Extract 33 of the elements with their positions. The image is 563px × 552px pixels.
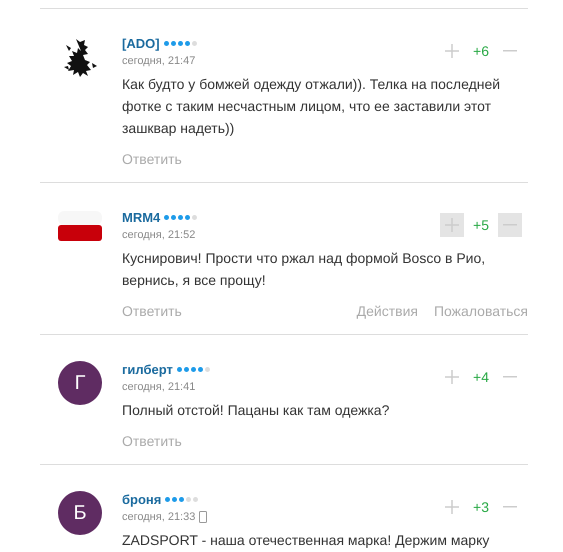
comment-text: ZADSPORT - наша отечественная марка! Держим марку: [122, 531, 490, 550]
author-name[interactable]: [ADO]: [122, 36, 160, 51]
plus-icon: [444, 369, 460, 385]
author-name[interactable]: гилберт: [122, 362, 173, 377]
vote-score: +6: [472, 43, 490, 59]
comment-time: сегодня, 21:52: [122, 229, 196, 241]
vote-score: +3: [472, 499, 490, 515]
upvote-button[interactable]: [440, 213, 464, 237]
downvote-button[interactable]: [498, 213, 522, 237]
comment-text: Полный отстой! Пацаны как там одежка?: [122, 401, 390, 420]
minus-icon: [503, 50, 517, 52]
comment-time: сегодня, 21:47: [122, 55, 196, 67]
reply-link[interactable]: Ответить: [122, 431, 182, 451]
author-name[interactable]: MRM4: [122, 210, 160, 225]
action-link[interactable]: Действия: [356, 301, 418, 321]
reply-link[interactable]: Ответить: [122, 149, 182, 169]
letter-avatar: Б: [58, 491, 102, 535]
minus-icon: [503, 506, 517, 508]
comment-text: Куснирович! Прости что ржал над формой Bosco в Рио, вернись, я все прощу!: [122, 249, 486, 290]
comment-time: сегодня, 21:41: [122, 381, 196, 393]
minus-icon: [503, 376, 517, 378]
reply-link[interactable]: Ответить: [122, 301, 182, 321]
action-link[interactable]: Пожаловаться: [434, 301, 528, 321]
comment-text: Как будто у бомжей одежду отжали)). Телка на последней фотке с таким несчастным лицом, что ее заставили этот зашквар надеть)): [122, 75, 502, 138]
author-name[interactable]: броня: [122, 492, 162, 507]
vote-score: +4: [472, 369, 490, 385]
letter-avatar: Г: [58, 361, 102, 405]
plus-icon: [444, 499, 460, 515]
vote-score: +5: [472, 217, 490, 233]
comment-time: сегодня, 21:33: [122, 511, 196, 523]
plus-icon: [444, 43, 460, 59]
plus-icon: [444, 217, 460, 233]
phone-icon: [199, 511, 208, 523]
